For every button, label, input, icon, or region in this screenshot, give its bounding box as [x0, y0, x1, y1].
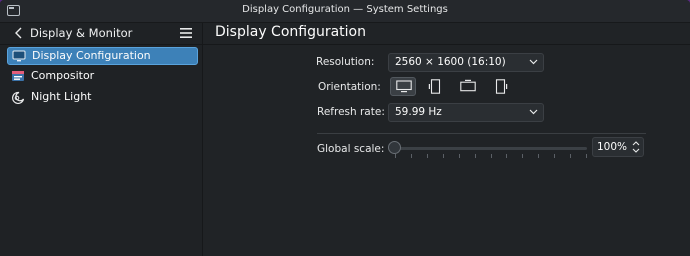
slider-tick	[395, 154, 396, 158]
refresh-rate-label: Refresh rate:	[317, 106, 385, 118]
title-bar: Display Configuration — System Settings	[0, 0, 690, 23]
refresh-rate-value: 59.99 Hz	[395, 106, 442, 118]
slider-tick	[410, 154, 412, 158]
sidebar-item-label: Display Configuration	[32, 49, 151, 62]
slider-tick	[586, 154, 587, 158]
resolution-label: Resolution:	[316, 56, 375, 68]
portrait-monitor-icon	[428, 79, 441, 94]
orientation-landscape-flipped-button[interactable]	[455, 77, 481, 96]
slider-tick	[458, 154, 460, 158]
global-scale-value: 100%	[597, 141, 628, 153]
sidebar-item-compositor[interactable]: Compositor	[7, 68, 198, 86]
main-panel: Display Configuration Resolution: 2560 ×…	[203, 23, 690, 256]
landscape-monitor-icon	[396, 80, 412, 93]
hamburger-menu-icon[interactable]	[179, 27, 193, 39]
sidebar-item-label: Compositor	[31, 69, 95, 82]
sidebar: Display & Monitor Display Configuration …	[0, 23, 203, 256]
main-header: Display Configuration	[203, 23, 690, 45]
slider-tick	[506, 154, 508, 158]
slider-tick	[426, 154, 428, 158]
sidebar-header: Display & Monitor	[0, 23, 202, 45]
slider-tick	[554, 154, 556, 158]
landscape-flipped-monitor-icon	[460, 79, 476, 92]
global-scale-spinbox[interactable]: 100%	[592, 137, 644, 157]
resolution-combobox[interactable]: 2560 × 1600 (16:10)	[388, 53, 544, 72]
orientation-landscape-button[interactable]	[390, 77, 416, 96]
page-title: Display Configuration	[215, 24, 366, 40]
portrait-flipped-monitor-icon	[495, 79, 508, 94]
slider-tick	[522, 154, 524, 158]
orientation-portrait-button[interactable]	[423, 77, 449, 96]
compositor-icon	[12, 71, 24, 81]
monitor-icon	[12, 50, 26, 62]
chevron-down-icon	[529, 109, 538, 115]
slider-tick	[474, 154, 476, 158]
resolution-value: 2560 × 1600 (16:10)	[395, 56, 506, 68]
section-separator	[317, 133, 646, 134]
slider-tick	[570, 154, 572, 158]
orientation-portrait-flipped-button[interactable]	[488, 77, 514, 96]
orientation-label: Orientation:	[318, 81, 381, 93]
chevron-down-icon	[529, 59, 538, 65]
settings-window: Display Configuration — System Settings …	[0, 0, 690, 256]
slider-tick	[490, 154, 492, 158]
sidebar-title: Display & Monitor	[30, 26, 133, 40]
global-scale-label: Global scale:	[317, 143, 385, 155]
window-title: Display Configuration — System Settings	[242, 4, 448, 15]
sidebar-item-label: Night Light	[31, 90, 92, 103]
sidebar-item-night-light[interactable]: Night Light	[7, 89, 198, 107]
refresh-rate-combobox[interactable]: 59.99 Hz	[388, 103, 544, 122]
back-arrow-icon[interactable]	[12, 26, 26, 40]
slider-tick	[538, 154, 540, 158]
spin-up-down-icon[interactable]	[632, 140, 640, 154]
global-scale-slider-handle[interactable]	[388, 141, 401, 154]
slider-tick	[442, 154, 444, 158]
global-scale-slider-track[interactable]	[395, 147, 587, 150]
sidebar-item-display-configuration[interactable]: Display Configuration	[7, 47, 198, 65]
night-light-icon	[12, 91, 25, 104]
